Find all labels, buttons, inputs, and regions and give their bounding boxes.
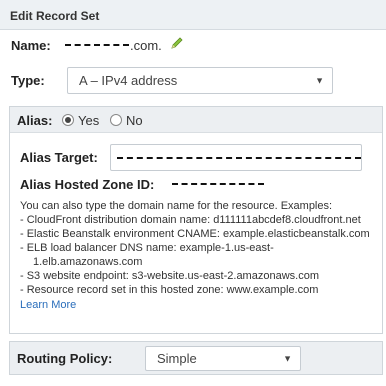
help-item: - Resource record set in this hosted zon… [20,284,319,296]
panel-title: Edit Record Set [10,9,100,23]
learn-more-link[interactable]: Learn More [20,299,76,311]
alias-header: Alias: Yes No [10,107,382,133]
type-select-value: A – IPv4 address [79,73,178,88]
alias-target-label: Alias Target: [20,150,98,165]
help-intro: You can also type the domain name for th… [20,200,333,212]
redacted-hosted-zone-id [172,183,264,185]
chevron-down-icon: ▼ [283,353,292,363]
alias-help-text: You can also type the domain name for th… [20,199,382,312]
name-suffix: .com. [130,38,162,53]
alias-label: Alias: [17,113,53,128]
routing-section: Routing Policy: Simple ▼ [9,341,383,375]
alias-yes-label[interactable]: Yes [78,113,99,128]
help-item: - ELB load balancer DNS name: example-1.… [20,242,274,254]
help-item: - Elastic Beanstalk environment CNAME: e… [20,228,370,240]
type-label: Type: [11,73,45,88]
routing-policy-label: Routing Policy: [17,351,113,366]
alias-no-label[interactable]: No [126,113,143,128]
name-label: Name: [11,38,51,53]
routing-select-value: Simple [157,351,197,366]
hosted-zone-label: Alias Hosted Zone ID: [20,177,155,192]
alias-section: Alias: Yes No Alias Target: Alias Hosted… [9,106,383,334]
redacted-name [65,43,129,46]
help-item: 1.elb.amazonaws.com [33,256,143,268]
routing-policy-select[interactable]: Simple ▼ [145,346,301,371]
alias-target-input[interactable] [110,144,362,171]
pencil-edit-icon[interactable] [170,36,184,50]
help-item: - CloudFront distribution domain name: d… [20,214,361,226]
panel-header: Edit Record Set [0,0,386,30]
alias-no-radio[interactable] [110,114,122,126]
help-item: - S3 website endpoint: s3-website.us-eas… [20,270,319,282]
chevron-down-icon: ▼ [315,75,324,85]
alias-yes-radio[interactable] [62,114,74,126]
redacted-alias-target [117,157,361,159]
name-value: .com. [65,38,162,53]
type-select[interactable]: A – IPv4 address ▼ [67,67,333,94]
